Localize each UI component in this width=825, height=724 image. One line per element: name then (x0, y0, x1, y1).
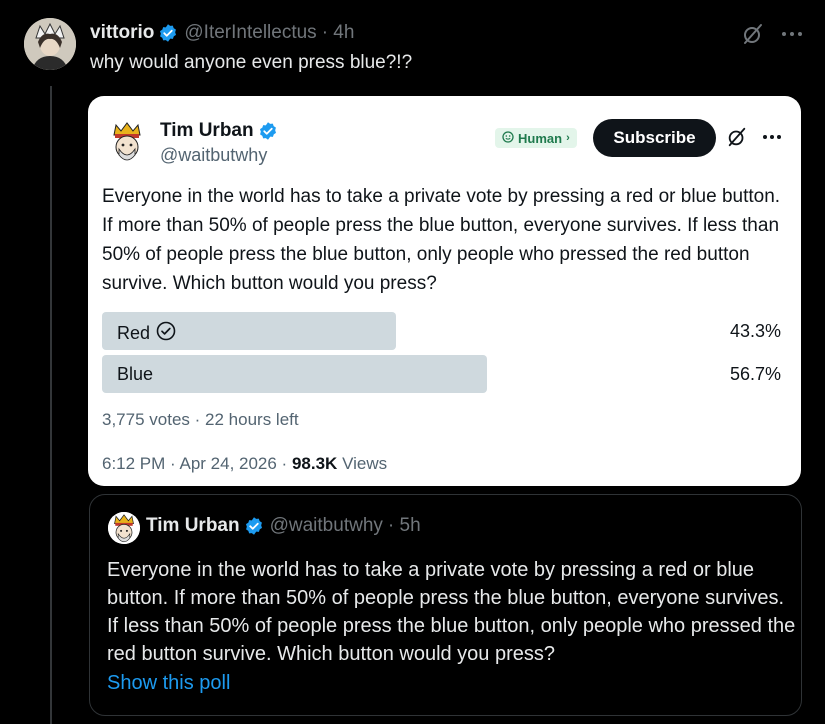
quote-text: Everyone in the world has to take a priv… (107, 559, 796, 665)
poll-percent-blue: 56.7% (729, 364, 781, 384)
poll-bar-blue (102, 355, 487, 393)
quote-author-row: Tim Urban @waitbutwhy · 5h (146, 515, 421, 537)
poll-percent-red: 43.3% (729, 321, 781, 341)
more-icon[interactable] (781, 31, 803, 37)
card-author-handle[interactable]: @waitbutwhy (160, 145, 267, 166)
verified-icon (158, 23, 178, 43)
tweet-text: why would anyone even press blue?!? (90, 52, 413, 73)
card-author-row: Tim Urban (160, 120, 284, 142)
show-poll-link[interactable]: Show this poll (107, 672, 230, 695)
more-icon[interactable] (762, 134, 782, 140)
poll-option-label: Red (117, 323, 151, 343)
thread-line (50, 86, 52, 724)
human-badge[interactable]: Human › (495, 128, 577, 148)
views-label: Views (342, 454, 388, 473)
quote-author-handle[interactable]: @waitbutwhy (270, 515, 383, 537)
tweet-actions (741, 22, 803, 46)
quoted-poll-card[interactable]: Tim Urban @waitbutwhy Human › Subscribe … (88, 96, 801, 486)
human-badge-label: Human (518, 130, 563, 146)
poll-votes: 3,775 votes (102, 410, 190, 429)
views-count: 98.3K (291, 454, 338, 473)
poll-question: Everyone in the world has to take a priv… (102, 186, 781, 294)
card-author-name[interactable]: Tim Urban (160, 120, 254, 142)
poll-option-label: Blue (117, 364, 154, 384)
verified-icon (244, 516, 264, 536)
poll-meta: 3,775 votes · 22 hours left (102, 410, 299, 429)
post-metadata: 6:12 PM · Apr 24, 2026 · 98.3K Views (102, 454, 387, 474)
post-timestamp[interactable]: 6:12 PM · Apr 24, 2026 · (102, 454, 287, 473)
tweet-time[interactable]: · 4h (322, 22, 355, 44)
avatar[interactable] (24, 18, 76, 70)
poll-time-left: 22 hours left (205, 410, 299, 429)
avatar[interactable] (108, 512, 140, 544)
grok-slash-icon[interactable] (741, 22, 765, 46)
check-circle-icon (156, 321, 176, 346)
poll-option-blue[interactable]: Blue (117, 364, 153, 385)
tweet-header: vittorio @IterIntellectus · 4h (90, 22, 354, 44)
grok-slash-icon[interactable] (726, 126, 748, 148)
card-handle-row: @waitbutwhy (160, 145, 267, 166)
human-badge-icon (502, 130, 514, 146)
subscribe-button[interactable]: Subscribe (593, 119, 716, 157)
quote-author-name[interactable]: Tim Urban (146, 515, 240, 537)
poll-option-red[interactable]: Red (117, 321, 176, 346)
author-name[interactable]: vittorio (90, 22, 154, 44)
author-handle[interactable]: @IterIntellectus (184, 22, 316, 44)
avatar[interactable] (105, 119, 149, 163)
quote-time[interactable]: · 5h (388, 515, 421, 537)
chevron-right-icon: › (566, 132, 570, 144)
card-actions (726, 126, 782, 148)
verified-icon (258, 121, 278, 141)
quote-tweet-card[interactable]: Tim Urban @waitbutwhy · 5h Everyone in t… (89, 494, 802, 716)
